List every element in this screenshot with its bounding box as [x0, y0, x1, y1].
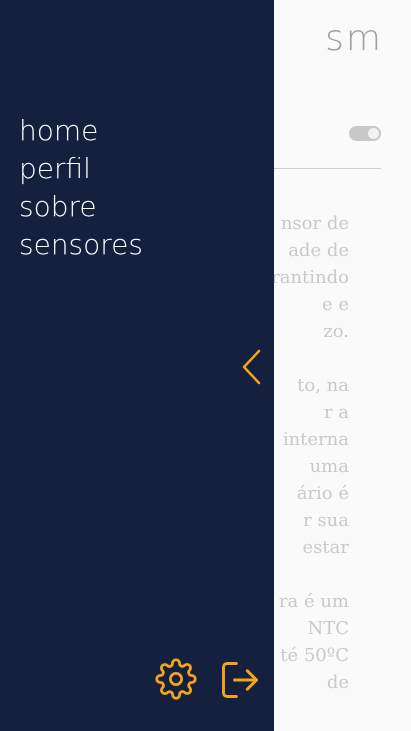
text-line: r sua — [303, 510, 349, 531]
toggle-knob — [368, 128, 379, 139]
brand-logo: sm — [325, 18, 383, 59]
menu-item-sensores[interactable]: sensores — [19, 226, 143, 264]
text-line: to, na — [297, 375, 349, 396]
text-line: ra é um — [278, 591, 349, 612]
text-line: interna — [282, 429, 349, 450]
theme-toggle[interactable] — [349, 126, 381, 141]
text-line: ário é — [296, 483, 349, 504]
text-line: nsor de — [280, 213, 349, 234]
text-line: ade de — [288, 240, 349, 261]
drawer-menu: home perfil sobre sensores — [19, 112, 143, 264]
text-line: NTC — [307, 618, 349, 639]
chevron-left-icon[interactable] — [240, 348, 264, 386]
logout-icon[interactable] — [218, 658, 262, 702]
text-line: r a — [323, 402, 349, 423]
menu-item-home[interactable]: home — [19, 112, 143, 150]
text-line: e e — [321, 294, 349, 315]
side-drawer: home perfil sobre sensores — [0, 0, 274, 731]
text-line: uma — [309, 456, 349, 477]
text-line: zo. — [323, 321, 349, 342]
text-line: té 50ºC — [280, 645, 349, 666]
text-line: de — [326, 672, 349, 693]
gear-icon[interactable] — [155, 658, 197, 700]
text-line: estar — [302, 537, 349, 558]
text-line: rantindo — [271, 267, 349, 288]
menu-item-sobre[interactable]: sobre — [19, 188, 143, 226]
menu-item-perfil[interactable]: perfil — [19, 150, 143, 188]
